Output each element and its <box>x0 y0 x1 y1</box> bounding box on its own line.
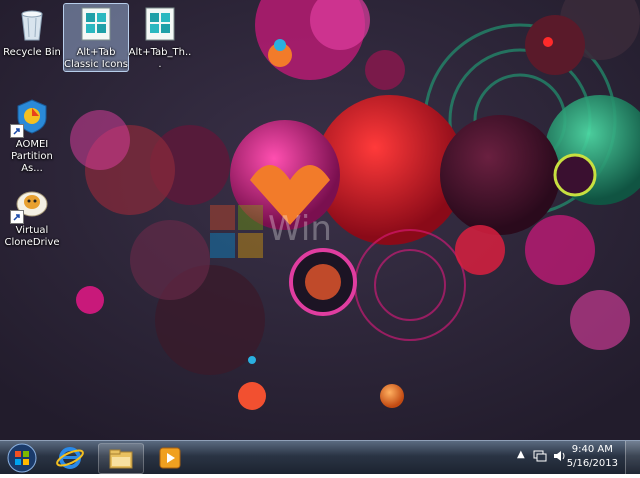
clock-date: 5/16/2013 <box>566 458 618 469</box>
sheep-clonedrive-icon <box>10 182 52 224</box>
volume-icon[interactable] <box>552 449 566 466</box>
wallpaper-watermark: Win <box>268 209 332 249</box>
media-player-icon <box>159 447 181 469</box>
taskbar-internet-explorer[interactable] <box>48 443 92 472</box>
archive-file-icon <box>140 4 180 44</box>
shortcut-arrow-icon <box>10 124 24 138</box>
start-button[interactable] <box>6 442 38 474</box>
start-orb-icon <box>7 443 37 473</box>
desktop[interactable]: Win Recycle Bin Alt+Tab Classic Icons Al… <box>0 0 640 440</box>
taskbar-clock[interactable]: 9:40 AM 5/16/2013 <box>567 443 618 471</box>
desktop-icon-label: AOMEI Partition As... <box>11 139 53 174</box>
desktop-icon-label: Alt+Tab Classic Icons <box>64 47 128 70</box>
taskbar-media-player[interactable] <box>148 443 192 472</box>
aomei-partition-icon <box>10 96 52 138</box>
desktop-icon-label: Alt+Tab_Th... <box>128 47 192 70</box>
shortcut-arrow-icon <box>10 210 24 224</box>
show-hidden-icons-arrow[interactable]: ▲ <box>517 449 525 460</box>
taskbar-file-explorer[interactable] <box>98 443 144 474</box>
clock-time: 9:40 AM <box>571 444 613 455</box>
desktop-icon-virtual-clonedrive[interactable]: Virtual CloneDrive <box>0 182 64 249</box>
internet-explorer-icon <box>56 447 84 469</box>
desktop-icon-label: Virtual CloneDrive <box>4 225 60 248</box>
taskbar: ▲ 9:40 AM 5/16/2013 <box>0 440 640 474</box>
network-icon[interactable] <box>533 449 547 466</box>
recycle-bin-icon <box>12 4 52 44</box>
desktop-icon-alt-tab-th[interactable]: Alt+Tab_Th... <box>128 4 192 71</box>
file-explorer-icon <box>109 449 133 469</box>
desktop-icon-aomei-partition[interactable]: AOMEI Partition As... <box>0 96 64 175</box>
desktop-icon-label: Recycle Bin <box>3 47 61 58</box>
archive-file-icon <box>76 4 116 44</box>
desktop-icon-recycle-bin[interactable]: Recycle Bin <box>0 4 64 59</box>
show-desktop-button[interactable] <box>625 441 640 474</box>
desktop-icon-alt-tab-classic-icons[interactable]: Alt+Tab Classic Icons <box>63 3 129 72</box>
